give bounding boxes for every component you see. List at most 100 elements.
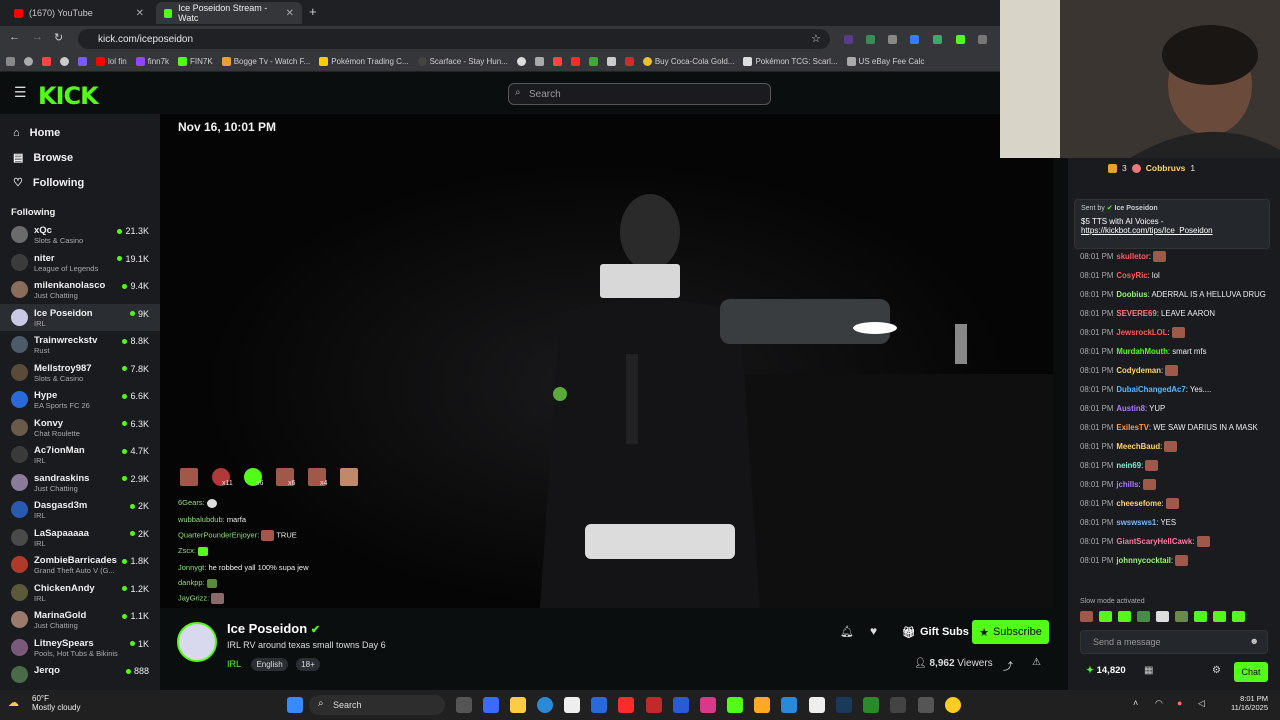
emote[interactable]	[1156, 611, 1169, 622]
reload-icon[interactable]: ↻	[54, 31, 63, 44]
store-icon[interactable]	[564, 697, 580, 713]
instagram-icon[interactable]	[700, 697, 716, 713]
amazon-icon[interactable]	[754, 697, 770, 713]
store-icon[interactable]: ▦	[1144, 665, 1153, 676]
app-icon[interactable]	[809, 697, 825, 713]
chat-message[interactable]: 08:01 PM nein69:	[1068, 456, 1280, 475]
message-username[interactable]: Doobius	[1116, 290, 1147, 299]
category-link[interactable]: IRL	[227, 659, 241, 669]
gift-subs-button[interactable]: 🎁︎ Gift Subs	[898, 620, 973, 644]
mail-icon[interactable]	[591, 697, 607, 713]
emoji-icon[interactable]: ☻	[1250, 636, 1259, 646]
sidebar-channel-item[interactable]: LaSapaaaaa IRL 2K	[0, 524, 160, 552]
channel-points[interactable]: ✦ 14,820	[1086, 665, 1126, 676]
sidebar-channel-item[interactable]: sandraskins Just Chatting 2.9K	[0, 469, 160, 497]
bookmark-item[interactable]: Bogge Tv - Watch F...	[221, 57, 310, 66]
bookmark-icon[interactable]	[588, 57, 598, 66]
sidebar-channel-item[interactable]: Ice Poseidon IRL 9K	[0, 303, 160, 331]
copilot-icon[interactable]	[483, 697, 499, 713]
chat-message[interactable]: 08:01 PM MurdahMouth: smart mfs	[1068, 342, 1280, 361]
message-username[interactable]: johnnycocktail	[1116, 556, 1171, 565]
message-username[interactable]: DubaiChangedAc7	[1116, 385, 1185, 394]
share-icon[interactable]: ⤴	[1003, 658, 1013, 673]
message-username[interactable]: MeechBaud	[1116, 442, 1160, 451]
heart-icon[interactable]: ♥	[870, 624, 877, 638]
message-username[interactable]: Codydeman	[1116, 366, 1161, 375]
bookmark-item[interactable]: FIN7K	[178, 57, 213, 66]
chrome-icon[interactable]	[945, 697, 961, 713]
emote[interactable]	[1175, 611, 1188, 622]
chat-message[interactable]: 08:01 PM JewsrockLOL:	[1068, 323, 1280, 342]
back-icon[interactable]: ←	[9, 31, 20, 43]
chat-message[interactable]: 08:01 PM skulletor:	[1068, 247, 1280, 266]
app-icon[interactable]	[781, 697, 797, 713]
bookmark-icon[interactable]	[570, 57, 580, 66]
message-username[interactable]: swswsws1	[1116, 518, 1156, 527]
app-icon[interactable]	[890, 697, 906, 713]
emote[interactable]	[1232, 611, 1245, 622]
chat-message[interactable]: 08:01 PM cheesefome:	[1068, 494, 1280, 513]
chat-message[interactable]: 08:01 PM Codydeman:	[1068, 361, 1280, 380]
bookmark-icon[interactable]	[606, 57, 616, 66]
chat-message[interactable]: 08:01 PM CosyRic: lol	[1068, 266, 1280, 285]
bookmark-icon[interactable]	[534, 57, 544, 66]
chat-message[interactable]: 08:01 PM ExilesTV: WE SAW DARIUS IN A MAS…	[1068, 418, 1280, 437]
search-input[interactable]: ⌕ Search	[508, 83, 771, 105]
report-icon[interactable]: ⚠	[1032, 657, 1041, 668]
apps-icon[interactable]	[6, 57, 15, 66]
subscribe-button[interactable]: ★ Subscribe	[972, 620, 1049, 644]
steam-icon[interactable]	[836, 697, 852, 713]
kick-icon[interactable]	[727, 697, 743, 713]
tab-youtube[interactable]: (1670) YouTube ✕	[6, 2, 152, 24]
bookmark-icon[interactable]	[78, 57, 87, 66]
app-icon[interactable]	[646, 697, 662, 713]
sidebar-channel-item[interactable]: xQc Slots & Casino 21.3K	[0, 221, 160, 249]
bookmark-icon[interactable]	[552, 57, 562, 66]
extension-icon[interactable]	[978, 35, 987, 44]
sidebar-channel-item[interactable]: ChickenAndy IRL 1.2K	[0, 579, 160, 607]
kick-logo[interactable]: KICK	[38, 82, 99, 110]
file-explorer-icon[interactable]	[510, 697, 526, 713]
sidebar-channel-item[interactable]: Konvy Chat Roulette 6.3K	[0, 414, 160, 442]
extension-icon[interactable]	[888, 35, 897, 44]
emote[interactable]	[1099, 611, 1112, 622]
chat-message[interactable]: 08:01 PM Austin8: YUP	[1068, 399, 1280, 418]
nav-home[interactable]: ⌂ Home	[0, 120, 160, 145]
chat-message[interactable]: 08:01 PM Doobius: ADERRAL IS A HELLUVA DR…	[1068, 285, 1280, 304]
facebook-icon[interactable]	[673, 697, 689, 713]
sidebar-channel-item[interactable]: Ac7ionMan IRL 4.7K	[0, 441, 160, 469]
message-username[interactable]: skulletor	[1116, 252, 1149, 261]
chat-message[interactable]: 08:01 PM SEVERE69: LEAVE AARON	[1068, 304, 1280, 323]
extension-icon[interactable]	[933, 35, 942, 44]
youtube-icon[interactable]	[618, 697, 634, 713]
chat-message[interactable]: 08:01 PM johnnycocktail:	[1068, 551, 1280, 570]
edge-icon[interactable]	[537, 697, 553, 713]
bookmark-icon[interactable]	[624, 57, 634, 66]
bookmark-item[interactable]: finn7k	[135, 57, 169, 66]
close-icon[interactable]: ✕	[136, 8, 144, 19]
close-icon[interactable]: ✕	[286, 8, 294, 19]
bookmark-icon[interactable]	[60, 57, 69, 66]
channel-avatar[interactable]	[177, 622, 217, 662]
sidebar-channel-item[interactable]: ZombieBarricades Grand Theft Auto V (G..…	[0, 551, 160, 579]
emote[interactable]	[1137, 611, 1150, 622]
chat-message[interactable]: 08:01 PM MeechBaud:	[1068, 437, 1280, 456]
clock[interactable]: 8:01 PM 11/16/2025	[1218, 694, 1268, 712]
message-username[interactable]: JewsrockLOL	[1116, 328, 1167, 337]
sidebar-channel-item[interactable]: niter League of Legends 19.1K	[0, 249, 160, 277]
mic-icon[interactable]: ●	[1177, 698, 1182, 708]
bell-icon[interactable]: 🔔︎	[840, 625, 854, 638]
emote[interactable]	[1213, 611, 1226, 622]
chat-message-input[interactable]: Send a message ☻	[1080, 630, 1268, 654]
emote[interactable]	[1080, 611, 1093, 622]
bookmark-item[interactable]: Pokémon TCG: Scarl...	[743, 57, 838, 66]
message-username[interactable]: GiantScaryHellCawk	[1116, 537, 1192, 546]
chat-message[interactable]: 08:01 PM swswsws1: YES	[1068, 513, 1280, 532]
emote[interactable]	[1194, 611, 1207, 622]
extension-icon[interactable]	[956, 35, 965, 44]
sidebar-channel-item[interactable]: milenkanolasco Just Chatting 9.4K	[0, 276, 160, 304]
bookmark-item[interactable]: Buy Coca-Cola Gold...	[642, 57, 734, 66]
pinned-link[interactable]: https://kickbot.com/tips/Ice_Poseidon	[1081, 226, 1263, 235]
nav-browse[interactable]: ▤ Browse	[0, 145, 160, 170]
bookmark-item[interactable]: Pokémon Trading C...	[319, 57, 409, 66]
